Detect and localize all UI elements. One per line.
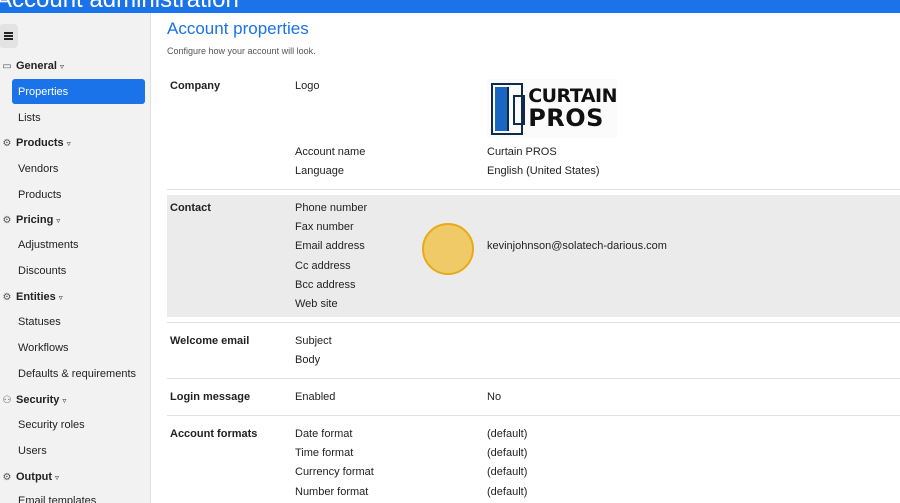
sidebar-item-users[interactable]: Users (18, 445, 47, 457)
sidebar-section-label: Pricing (16, 214, 54, 226)
email-address-label: Email address (295, 240, 365, 252)
sidebar-item-defaults-requirements[interactable]: Defaults & requirements (18, 368, 136, 380)
page-title: Account properties (167, 19, 309, 38)
sidebar-item-email-templates[interactable]: Email templates (18, 495, 96, 503)
sidebar-section-pricing[interactable]: ⚙ Pricing ▿ (0, 211, 61, 229)
chevron-down-icon: ▿ (62, 395, 67, 405)
app-header: Account administration (0, 0, 900, 13)
main-content: Account properties Configure how your ac… (151, 13, 900, 503)
date-format-value[interactable]: (default) (487, 428, 527, 440)
enabled-label: Enabled (295, 391, 336, 403)
sidebar-section-security[interactable]: ⚇ Security ▿ (0, 391, 67, 409)
sidebar-item-security-roles[interactable]: Security roles (18, 419, 85, 431)
sidebar-section-label: Security (16, 394, 60, 406)
section-heading-welcome-email: Welcome email (170, 335, 250, 347)
number-format-label: Number format (295, 486, 369, 498)
page-subtitle: Configure how your account will look. (167, 46, 316, 56)
sidebar-item-workflows[interactable]: Workflows (18, 342, 69, 354)
section-heading-login-message: Login message (170, 391, 251, 403)
click-indicator (422, 223, 474, 275)
body-label: Body (295, 354, 321, 366)
sidebar-item-products[interactable]: Products (18, 189, 61, 201)
chevron-down-icon: ▿ (66, 138, 71, 148)
subject-label: Subject (295, 335, 332, 347)
divider (167, 378, 900, 379)
fax-number-label: Fax number (295, 221, 354, 233)
users-icon: ⚇ (2, 394, 12, 406)
gear-icon: ⚙ (2, 214, 12, 226)
sidebar-section-general[interactable]: ▭ General ▿ (0, 57, 64, 75)
chevron-down-icon: ▿ (55, 472, 60, 482)
sidebar-section-entities[interactable]: ⚙ Entities ▿ (0, 288, 63, 306)
currency-format-label: Currency format (295, 466, 374, 478)
date-format-label: Date format (295, 428, 353, 440)
section-heading-account-formats: Account formats (170, 428, 258, 440)
number-format-value[interactable]: (default) (487, 486, 527, 498)
sidebar-section-label: Output (16, 471, 53, 483)
sidebar-item-statuses[interactable]: Statuses (18, 316, 61, 328)
section-heading-company: Company (170, 80, 221, 92)
sidebar-section-label: Products (16, 137, 64, 149)
cc-address-label: Cc address (295, 260, 351, 272)
enabled-value[interactable]: No (487, 391, 501, 403)
sidebar-item-lists[interactable]: Lists (18, 112, 41, 124)
web-site-label: Web site (295, 298, 338, 310)
gear-icon: ⚙ (2, 291, 12, 303)
section-heading-contact: Contact (170, 202, 211, 214)
time-format-label: Time format (295, 447, 354, 459)
divider (167, 189, 900, 190)
chevron-down-icon: ▿ (58, 292, 63, 302)
company-logo[interactable]: CURTAIN PROS (487, 79, 617, 138)
divider (167, 415, 900, 416)
account-name-value[interactable]: Curtain PROS (487, 146, 557, 158)
monitor-icon: ▭ (2, 60, 12, 72)
chevron-down-icon: ▿ (56, 215, 61, 225)
sidebar-item-properties[interactable]: Properties (12, 79, 145, 104)
email-address-value[interactable]: kevinjohnson@solatech-darious.com (487, 240, 667, 252)
sidebar-section-output[interactable]: ⚙ Output ▿ (0, 468, 60, 486)
account-name-label: Account name (295, 146, 366, 158)
logo-text-bottom: PROS (528, 104, 604, 132)
sidebar-item-adjustments[interactable]: Adjustments (18, 239, 79, 251)
language-label: Language (295, 165, 344, 177)
gear-icon: ⚙ (2, 471, 12, 483)
sidebar-section-label: Entities (16, 291, 56, 303)
app-title: Account administration (0, 0, 239, 13)
gear-icon: ⚙ (2, 137, 12, 149)
hamburger-icon (4, 32, 13, 40)
language-value[interactable]: English (United States) (487, 165, 600, 177)
hamburger-menu-button[interactable] (0, 24, 18, 48)
sidebar-section-label: General (16, 60, 57, 72)
contact-row-highlight (167, 195, 900, 317)
divider (167, 322, 900, 323)
logo-label: Logo (295, 80, 320, 92)
curtain-window-icon (491, 82, 525, 135)
sidebar-item-vendors[interactable]: Vendors (18, 163, 58, 175)
sidebar-item-discounts[interactable]: Discounts (18, 265, 66, 277)
phone-number-label: Phone number (295, 202, 368, 214)
sidebar: ▭ General ▿ Properties Lists ⚙ Products … (0, 13, 151, 503)
sidebar-section-products[interactable]: ⚙ Products ▿ (0, 134, 71, 152)
chevron-down-icon: ▿ (59, 61, 64, 71)
time-format-value[interactable]: (default) (487, 447, 527, 459)
currency-format-value[interactable]: (default) (487, 466, 527, 478)
bcc-address-label: Bcc address (295, 279, 356, 291)
